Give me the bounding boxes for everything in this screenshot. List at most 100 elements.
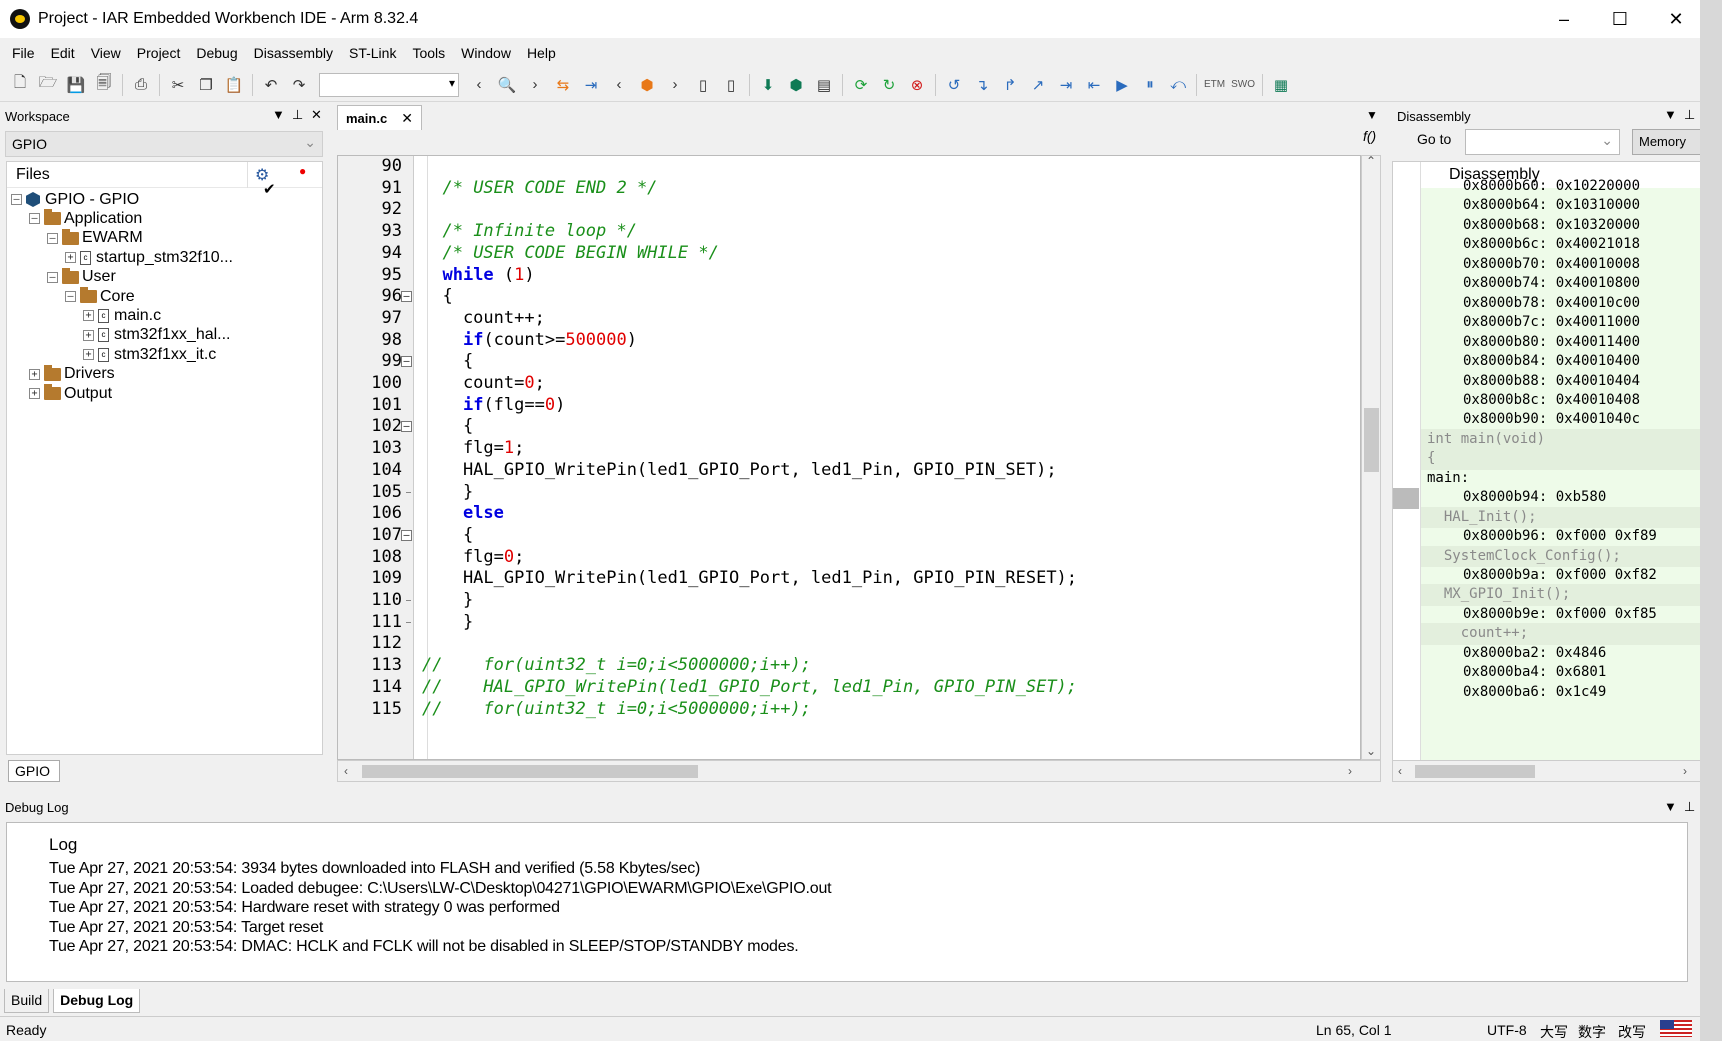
find-previous-icon[interactable]: ‹ [468, 74, 490, 96]
debug-without-download-icon[interactable]: ↻ [878, 74, 900, 96]
goto-line-icon[interactable]: ⇥ [580, 74, 602, 96]
stop-build-icon[interactable]: ▤ [813, 74, 835, 96]
toggle-bookmark-icon[interactable]: ⬢ [636, 74, 658, 96]
tree-node[interactable]: – User [47, 267, 116, 288]
tree-node[interactable]: + Output [29, 383, 112, 404]
menu-window[interactable]: Window [453, 45, 519, 61]
find-next-icon[interactable]: › [524, 74, 546, 96]
open-file-icon[interactable]: 🗁 [37, 74, 59, 96]
redo-icon[interactable]: ↷ [288, 74, 310, 96]
pin-icon[interactable]: ⊥ [292, 107, 303, 123]
run-to-cursor-icon[interactable]: ⇤ [1083, 74, 1105, 96]
tree-expander-icon[interactable]: – [65, 291, 76, 302]
minimize-button[interactable]: – [1536, 0, 1592, 38]
tab-debug-log[interactable]: Debug Log [53, 989, 141, 1013]
tree-expander-icon[interactable]: – [29, 213, 40, 225]
pin-icon[interactable]: ⊥ [1684, 107, 1695, 123]
close-icon[interactable]: ✕ [311, 107, 322, 123]
tab-build[interactable]: Build [4, 989, 50, 1013]
next-bookmark-icon[interactable]: ▯ [720, 74, 742, 96]
scroll-thumb[interactable] [362, 765, 698, 778]
copy-icon[interactable]: ❐ [195, 74, 217, 96]
tree-expander-icon[interactable]: – [11, 194, 22, 205]
menu-help[interactable]: Help [519, 45, 564, 61]
tree-node[interactable]: + c startup_stm32f10... [65, 247, 233, 268]
scroll-right-icon[interactable]: › [1683, 764, 1687, 778]
chevron-down-icon[interactable]: ▼ [272, 107, 285, 122]
menu-edit[interactable]: Edit [43, 45, 83, 61]
tree-node[interactable]: + Drivers [29, 364, 115, 385]
tree-expander-icon[interactable]: + [29, 388, 40, 399]
scroll-down-icon[interactable]: ⌄ [1366, 744, 1376, 758]
scroll-up-icon[interactable]: ⌃ [1366, 154, 1376, 168]
make-icon[interactable]: ⬢ [785, 74, 807, 96]
download-debug-icon[interactable]: ⟳ [850, 74, 872, 96]
menu-view[interactable]: View [83, 45, 129, 61]
reset-target-icon[interactable]: ⤺ [1167, 74, 1189, 96]
editor-vertical-scrollbar[interactable]: ⌃ ⌄ [1361, 154, 1381, 760]
go-icon[interactable]: ▶ [1111, 74, 1133, 96]
scroll-left-icon[interactable]: ‹ [344, 764, 348, 778]
tree-node[interactable]: – GPIO - GPIO [11, 189, 139, 210]
chevron-down-icon[interactable]: ▼ [1664, 107, 1677, 122]
menu-disassembly[interactable]: Disassembly [246, 45, 341, 61]
find-combo[interactable] [319, 72, 459, 97]
disassembly-view[interactable]: Disassembly 0x8000b60: 0x10220000 0x8000b… [1392, 161, 1700, 761]
scroll-thumb[interactable] [1364, 408, 1379, 472]
prev-bookmark-icon[interactable]: ▯ [692, 74, 714, 96]
tree-expander-icon[interactable]: + [83, 329, 94, 341]
fold-toggle-icon[interactable]: – [401, 356, 412, 368]
nav-forward-icon[interactable]: › [664, 74, 686, 96]
etm-button[interactable]: ETM [1204, 79, 1225, 90]
disassembly-horizontal-scrollbar[interactable]: ‹ › [1392, 760, 1700, 782]
memory-button[interactable]: Memory [1632, 129, 1700, 155]
debug-log-view[interactable]: Log Tue Apr 27, 2021 20:53:54: 3934 byte… [6, 822, 1688, 982]
menu-tools[interactable]: Tools [404, 45, 453, 61]
menu-debug[interactable]: Debug [188, 45, 245, 61]
workspace-tab-gpio[interactable]: GPIO [8, 760, 60, 782]
scroll-right-icon[interactable]: › [1348, 764, 1352, 778]
tab-main-c[interactable]: main.c ✕ [337, 105, 422, 130]
function-nav-button[interactable]: f() [1363, 128, 1376, 144]
cut-icon[interactable]: ✂ [167, 74, 189, 96]
plugin-icon[interactable]: ▦ [1270, 74, 1292, 96]
maximize-button[interactable]: ☐ [1592, 0, 1648, 38]
scroll-left-icon[interactable]: ‹ [1398, 764, 1402, 778]
menu-file[interactable]: File [4, 45, 43, 61]
close-button[interactable]: ✕ [1648, 0, 1700, 38]
step-out-icon[interactable]: ↗ [1027, 74, 1049, 96]
next-statement-icon[interactable]: ⇥ [1055, 74, 1077, 96]
stop-debug-icon[interactable]: ⊗ [906, 74, 928, 96]
tree-expander-icon[interactable]: + [83, 349, 94, 361]
tree-node[interactable]: – EWARM [47, 228, 143, 249]
paste-icon[interactable]: 📋 [223, 74, 245, 96]
find-icon[interactable]: 🔍 [496, 74, 518, 96]
tree-node[interactable]: – Application [29, 208, 142, 229]
menu-project[interactable]: Project [129, 45, 189, 61]
print-icon[interactable]: ⎙ [130, 74, 152, 96]
menu-st-link[interactable]: ST-Link [341, 45, 404, 61]
workspace-config-select[interactable]: GPIO [5, 131, 323, 157]
save-all-icon[interactable]: 🗐 [93, 74, 115, 96]
tree-expander-icon[interactable]: – [47, 271, 58, 283]
keyboard-layout-flag-icon[interactable] [1660, 1020, 1692, 1037]
tree-node[interactable]: – Core [65, 286, 135, 307]
pin-icon[interactable]: ⊥ [1684, 799, 1695, 815]
break-icon[interactable]: ⏸ [1139, 74, 1161, 96]
new-file-icon[interactable]: 🗋 [9, 74, 31, 96]
fold-toggle-icon[interactable]: – [401, 291, 412, 303]
swo-button[interactable]: SWO [1231, 79, 1255, 90]
step-into-icon[interactable]: ↱ [999, 74, 1021, 96]
replace-icon[interactable]: ⇆ [552, 74, 574, 96]
step-over-icon[interactable]: ↴ [971, 74, 993, 96]
editor-window-list-chevron-icon[interactable]: ▼ [1366, 108, 1378, 122]
compile-icon[interactable]: ⬇ [757, 74, 779, 96]
tree-node[interactable]: + c stm32f1xx_hal... [83, 325, 231, 346]
reset-icon[interactable]: ↺ [943, 74, 965, 96]
chevron-down-icon[interactable]: ▼ [1664, 799, 1677, 814]
close-tab-icon[interactable]: ✕ [401, 110, 413, 127]
tree-expander-icon[interactable]: – [47, 232, 58, 244]
goto-address-input[interactable] [1465, 129, 1620, 155]
editor-horizontal-scrollbar[interactable]: ‹ › [337, 760, 1381, 782]
tree-node[interactable]: + c stm32f1xx_it.c [83, 344, 216, 365]
